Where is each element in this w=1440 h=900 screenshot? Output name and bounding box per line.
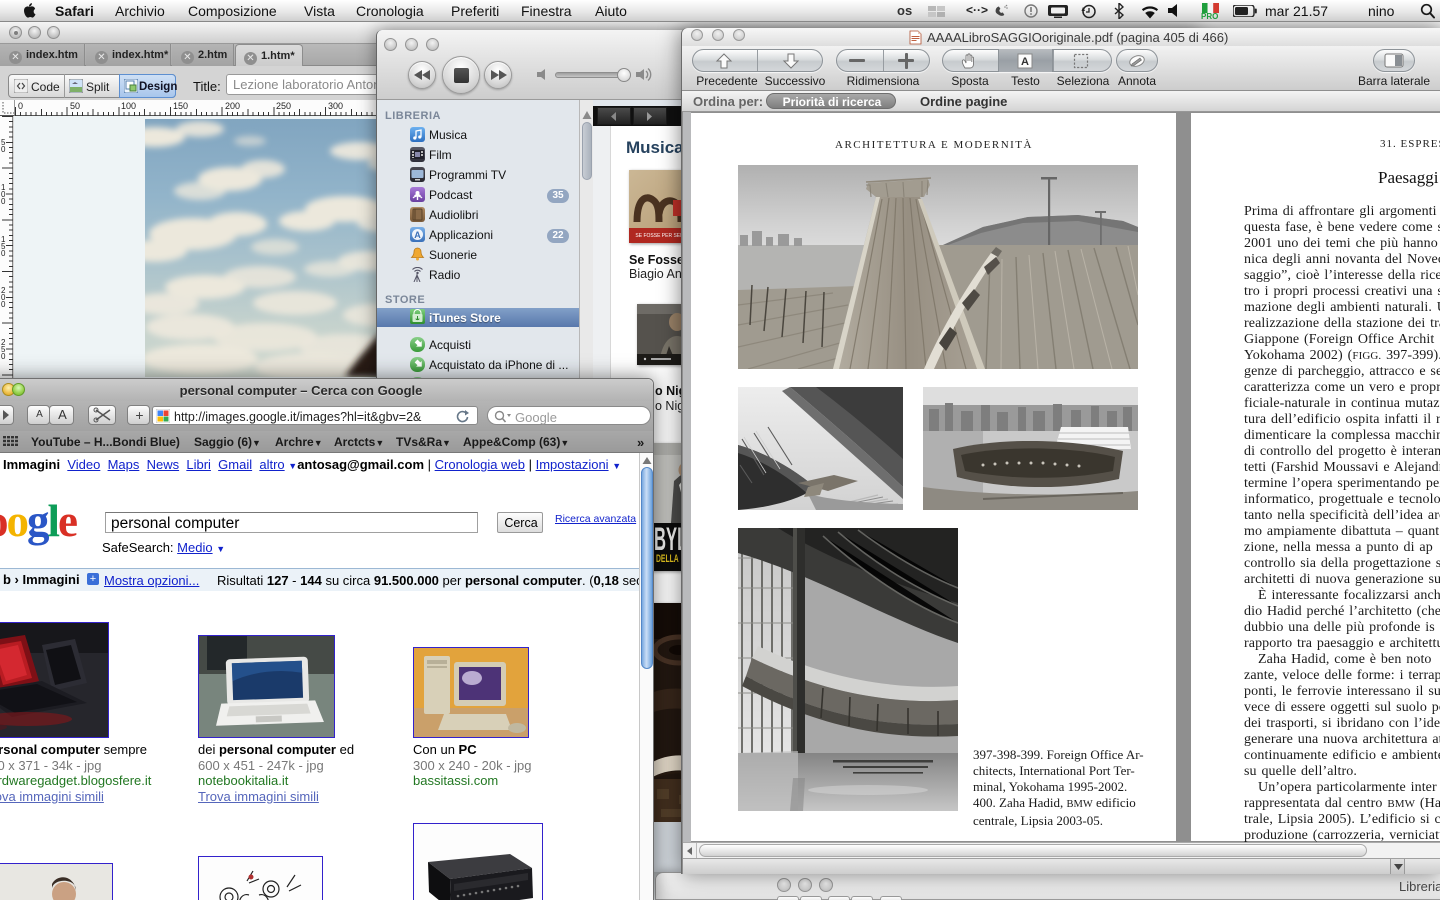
svg-text:DELLA: DELLA <box>656 552 679 564</box>
svg-text:A: A <box>414 230 421 240</box>
svg-text:A: A <box>1021 56 1029 68</box>
